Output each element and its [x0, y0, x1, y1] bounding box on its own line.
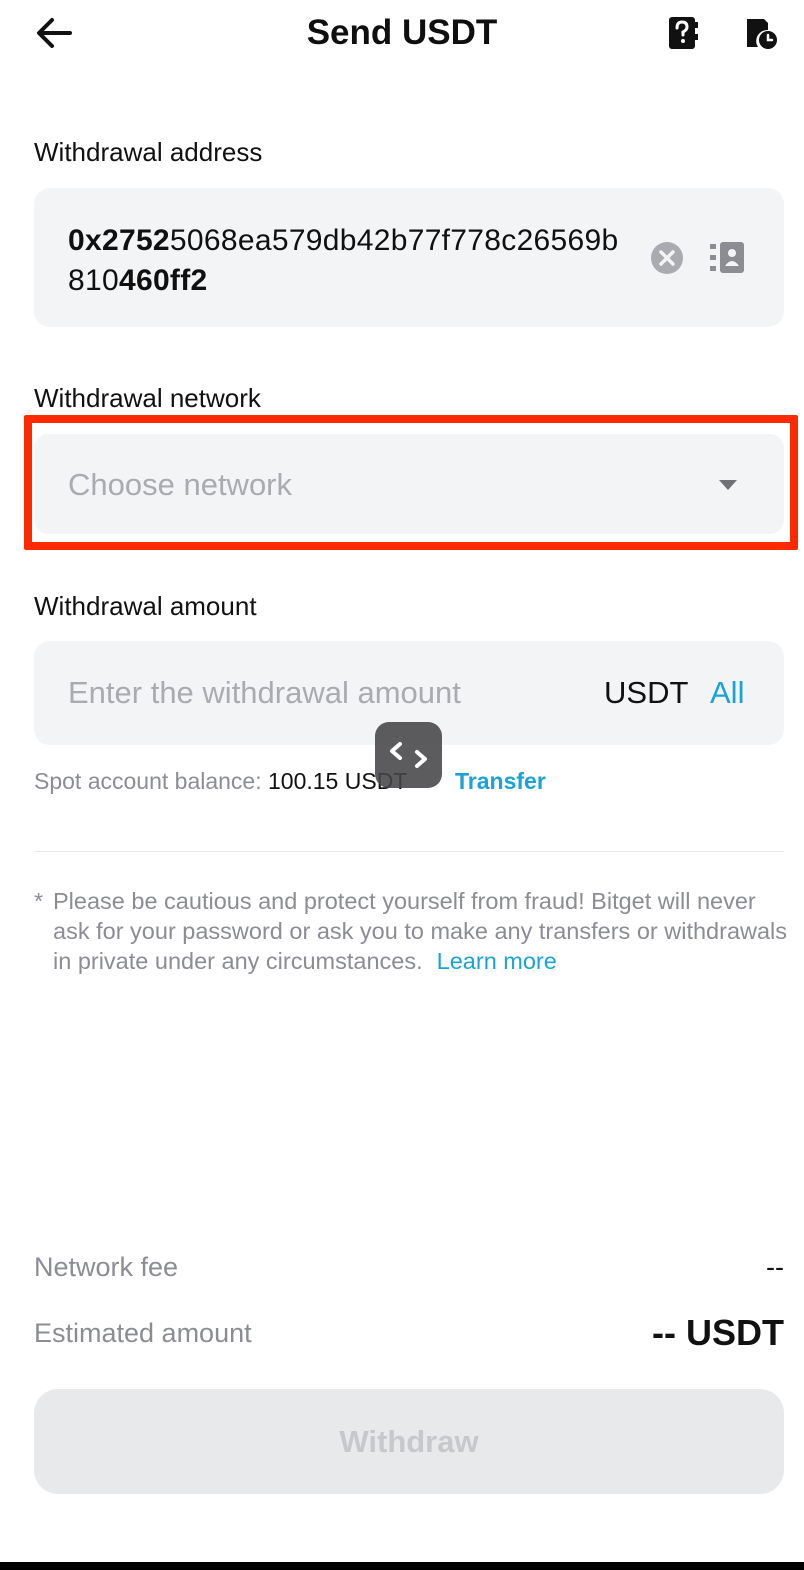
- balance-line: Spot account balance: 100.15 USDT: [34, 768, 407, 795]
- caret-down-icon: [719, 480, 737, 490]
- warning-text-block: Please be cautious and protect yourself …: [34, 886, 794, 976]
- help-book-icon[interactable]: [666, 14, 700, 52]
- network-label: Withdrawal network: [34, 383, 261, 413]
- header: Send USDT: [0, 0, 804, 70]
- address-start-bold: 0x2752: [68, 224, 170, 257]
- amount-input[interactable]: [68, 669, 588, 717]
- address-middle-1: 5068ea579db42b77f778c265: [169, 224, 568, 257]
- estimated-amount-label: Estimated amount: [34, 1318, 252, 1348]
- estimated-amount-value: -- USDT: [652, 1312, 784, 1353]
- divider: [34, 851, 784, 852]
- fraud-warning: * Please be cautious and protect yoursel…: [34, 886, 794, 976]
- send-usdt-page: Send USDT Withdrawal address 0x27525068e…: [0, 0, 804, 1570]
- network-fee-value: --: [766, 1252, 784, 1282]
- network-placeholder: Choose network: [68, 467, 293, 502]
- transfer-link[interactable]: Transfer: [455, 768, 546, 795]
- learn-more-link[interactable]: Learn more: [437, 948, 557, 974]
- balance-label: Spot account balance:: [34, 768, 268, 794]
- address-end-bold: 460ff2: [118, 264, 208, 297]
- code-brackets-icon: [390, 742, 427, 768]
- network-select[interactable]: Choose network: [34, 434, 784, 534]
- amount-label: Withdrawal amount: [34, 591, 257, 621]
- amount-unit: USDT: [604, 675, 689, 710]
- warning-star: *: [34, 888, 44, 914]
- address-field[interactable]: 0x27525068ea579db42b77f778c26569b810460f…: [34, 188, 784, 327]
- address-book-icon[interactable]: [710, 242, 746, 274]
- history-icon[interactable]: [742, 14, 777, 52]
- clear-icon[interactable]: [650, 241, 684, 275]
- bottom-bar: [0, 1562, 804, 1570]
- all-button[interactable]: All: [710, 675, 744, 711]
- network-fee-label: Network fee: [34, 1252, 179, 1282]
- address-label: Withdrawal address: [34, 137, 263, 167]
- withdraw-button[interactable]: Withdraw: [34, 1389, 784, 1494]
- address-value[interactable]: 0x27525068ea579db42b77f778c26569b810460f…: [68, 221, 628, 301]
- floating-widget[interactable]: [375, 722, 442, 788]
- warning-text: Please be cautious and protect yourself …: [53, 888, 788, 974]
